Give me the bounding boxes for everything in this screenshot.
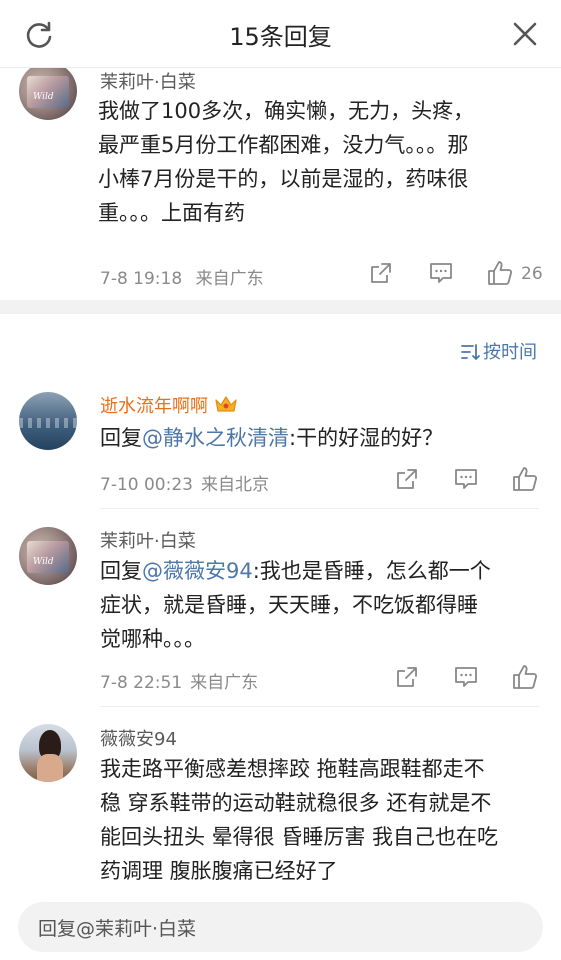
avatar[interactable] xyxy=(19,392,77,450)
divider xyxy=(100,706,539,707)
root-comment: Wild 茉莉叶·白菜 我做了100多次，确实懒，无力，头疼， 最严重5月份工作… xyxy=(0,68,561,300)
reply-author[interactable]: 逝水流年啊啊 xyxy=(100,392,238,418)
avatar[interactable]: Wild xyxy=(19,527,77,585)
share-icon[interactable] xyxy=(370,262,392,284)
like-count: 26 xyxy=(521,264,543,284)
reply-input-placeholder: 回复@茉莉叶·白菜 xyxy=(38,918,197,940)
avatar[interactable]: Wild xyxy=(19,68,77,120)
header: 15条回复 xyxy=(0,0,561,68)
close-icon[interactable] xyxy=(511,20,539,48)
comment-date: 7-8 19:18 xyxy=(100,269,183,289)
like-icon[interactable] xyxy=(512,466,538,492)
reply-text: 我走路平衡感差想摔跤 拖鞋高跟鞋都走不 稳 穿系鞋带的运动鞋就稳很多 还有就是不… xyxy=(100,757,499,883)
reply-text: 回复@静水之秋清清:干的好湿的好？ xyxy=(100,426,444,450)
share-icon[interactable] xyxy=(396,468,418,490)
reply-meta: 7-8 22:51 来自广东 xyxy=(100,673,259,693)
avatar[interactable] xyxy=(19,724,77,782)
comment-icon[interactable] xyxy=(454,666,478,688)
reply-meta: 7-10 00:23 来自北京 xyxy=(100,475,269,495)
comment-text: 我做了100多次，确实懒，无力，头疼， 最严重5月份工作都困难，没力气。。。那 … xyxy=(98,99,475,225)
crown-icon xyxy=(215,396,237,412)
comment-meta: 7-8 19:18 来自广东 xyxy=(100,264,264,289)
mention-link[interactable]: @静水之秋清清 xyxy=(142,426,289,450)
sort-icon xyxy=(461,344,480,360)
reply-author[interactable]: 薇薇安94 xyxy=(100,725,177,751)
reply-text: 回复@薇薇安94:我也是昏睡，怎么都一个 症状，就是昏睡，天天睡，不吃饭都得睡 … xyxy=(100,559,491,651)
like-icon[interactable] xyxy=(512,664,538,690)
divider xyxy=(100,508,539,509)
sort-toggle[interactable]: 按时间 xyxy=(461,338,537,364)
page-title: 15条回复 xyxy=(229,23,332,51)
like-icon[interactable] xyxy=(487,260,513,286)
comment-location: 来自广东 xyxy=(195,269,264,289)
share-icon[interactable] xyxy=(396,666,418,688)
comment-author[interactable]: 茉莉叶·白菜 xyxy=(100,68,196,94)
comment-icon[interactable] xyxy=(429,262,453,284)
comment-icon[interactable] xyxy=(454,468,478,490)
section-divider xyxy=(0,300,561,314)
reply-author[interactable]: 茉莉叶·白菜 xyxy=(100,527,196,553)
mention-link[interactable]: @薇薇安94 xyxy=(142,559,253,583)
reply-input[interactable]: 回复@茉莉叶·白菜 xyxy=(18,902,543,952)
